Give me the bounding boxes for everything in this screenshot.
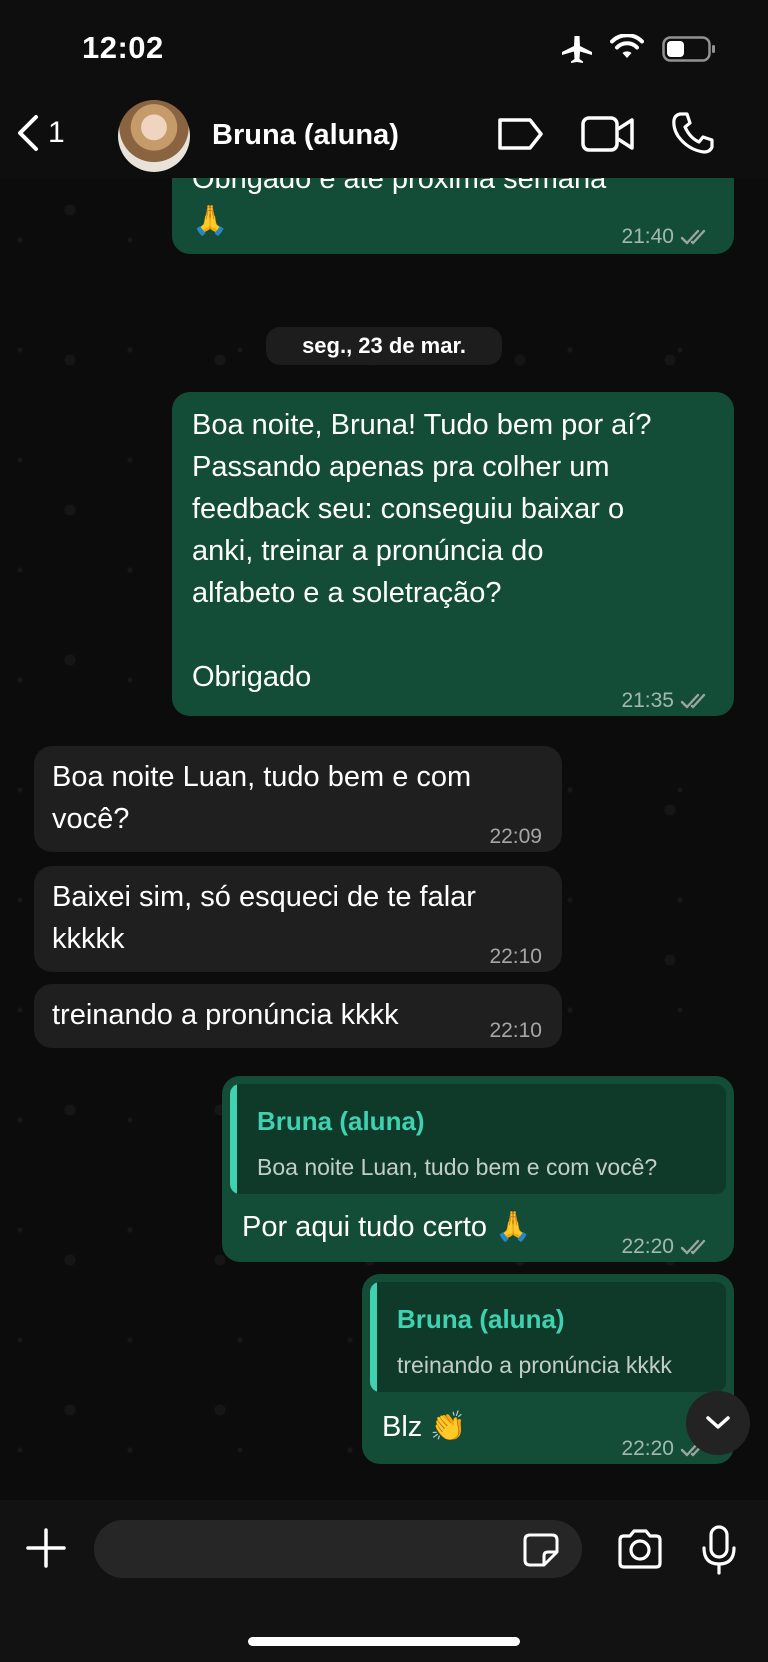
double-check-icon <box>680 693 706 709</box>
mic-icon[interactable] <box>700 1524 738 1576</box>
status-time: 12:02 <box>82 30 164 65</box>
message-time: 22:09 <box>489 825 542 848</box>
back-chevron-icon <box>18 115 38 151</box>
message-time: 22:20 <box>621 1235 674 1258</box>
message-text: Blz 👏 <box>382 1411 467 1443</box>
message-time: 22:20 <box>621 1437 674 1460</box>
quote-accent-bar <box>230 1084 237 1194</box>
quote-text: treinando a pronúncia kkkk <box>397 1352 672 1378</box>
contact-name[interactable]: Bruna (aluna) <box>212 119 399 152</box>
message-bubble-incoming[interactable]: Baixei sim, só esqueci de te falar kkkkk… <box>34 866 562 972</box>
quote-author: Bruna (aluna) <box>397 1304 565 1334</box>
message-text: treinando a pronúncia kkkk <box>52 999 399 1031</box>
message-bubble-outgoing-reply[interactable]: Bruna (aluna) Boa noite Luan, tudo bem e… <box>222 1076 734 1262</box>
message-time: 22:10 <box>489 1019 542 1042</box>
message-meta: 22:10 <box>489 936 542 978</box>
quoted-message[interactable]: Bruna (aluna) Boa noite Luan, tudo bem e… <box>230 1084 726 1194</box>
message-bubble-outgoing-reply[interactable]: Bruna (aluna) treinando a pronúncia kkkk… <box>362 1274 734 1464</box>
scroll-to-bottom-button[interactable] <box>686 1391 750 1455</box>
message-text: Baixei sim, só esqueci de te falar kkkkk <box>52 881 476 955</box>
message-time: 21:40 <box>621 225 674 248</box>
label-icon[interactable] <box>496 114 544 154</box>
status-bar: 12:02 <box>0 0 768 96</box>
message-meta: 22:09 <box>489 816 542 858</box>
message-text: Boa noite Luan, tudo bem e com você? <box>52 761 472 835</box>
camera-icon[interactable] <box>616 1528 664 1570</box>
message-meta: 21:35 <box>621 680 714 722</box>
message-bubble-incoming[interactable]: Boa noite Luan, tudo bem e com você? 22:… <box>34 746 562 852</box>
chat-header: 1 Bruna (aluna) <box>0 96 768 178</box>
double-check-icon <box>680 229 706 245</box>
message-meta: 22:10 <box>489 1010 542 1052</box>
message-time: 21:35 <box>621 689 674 712</box>
battery-icon <box>662 36 715 62</box>
home-indicator <box>248 1637 520 1646</box>
video-call-icon[interactable] <box>580 112 636 156</box>
message-bubble-incoming[interactable]: treinando a pronúncia kkkk 22:10 <box>34 984 562 1048</box>
quote-accent-bar <box>370 1282 377 1392</box>
wifi-icon <box>610 34 644 58</box>
message-input[interactable] <box>94 1520 582 1578</box>
plus-icon[interactable] <box>24 1526 68 1570</box>
contact-avatar[interactable] <box>118 100 190 172</box>
message-meta: 21:40 <box>621 216 714 258</box>
voice-call-icon[interactable] <box>670 110 716 156</box>
chevron-down-icon <box>706 1416 730 1429</box>
composer-bar <box>0 1500 768 1662</box>
message-meta: 22:20 <box>621 1226 714 1268</box>
double-check-icon <box>680 1239 706 1255</box>
quote-author: Bruna (aluna) <box>257 1106 425 1136</box>
message-text: Por aqui tudo certo 🙏 <box>242 1211 532 1243</box>
quoted-message[interactable]: Bruna (aluna) treinando a pronúncia kkkk <box>370 1282 726 1392</box>
message-bubble-outgoing[interactable]: Boa noite, Bruna! Tudo bem por aí? Passa… <box>172 392 734 716</box>
unread-count: 1 <box>48 116 65 149</box>
airplane-icon <box>562 36 592 63</box>
sticker-icon[interactable] <box>522 1532 560 1568</box>
quote-text: Boa noite Luan, tudo bem e com você? <box>257 1154 658 1180</box>
date-separator: seg., 23 de mar. <box>266 327 502 365</box>
message-time: 22:10 <box>489 945 542 968</box>
message-text: Boa noite, Bruna! Tudo bem por aí? Passa… <box>192 409 652 693</box>
back-button[interactable]: 1 <box>14 110 84 156</box>
